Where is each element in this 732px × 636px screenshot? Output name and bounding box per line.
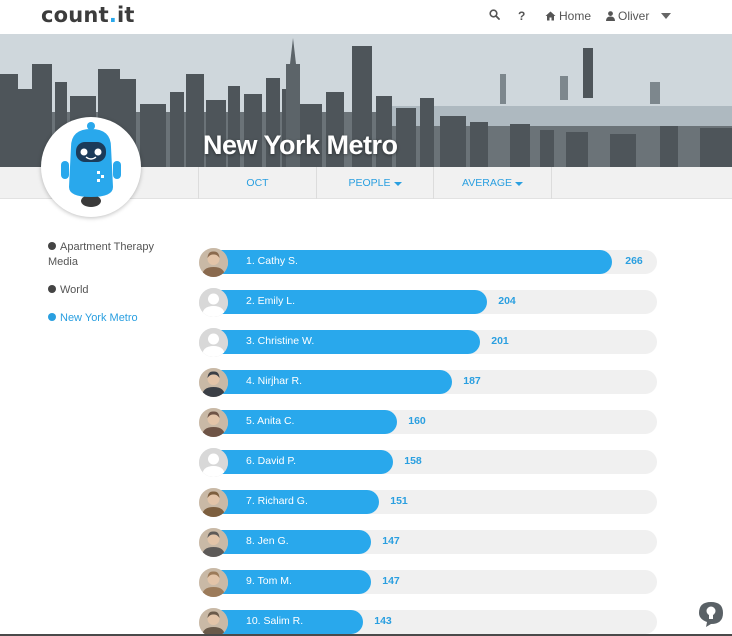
search-icon <box>489 9 500 20</box>
leaderboard-row[interactable]: 3. Christine W. 201 <box>199 328 657 357</box>
sidebar-item-apartment-therapy[interactable]: Apartment Therapy Media <box>48 240 168 270</box>
player-name: 9. Tom M. <box>246 575 292 587</box>
player-score: 201 <box>491 335 509 347</box>
player-score: 147 <box>382 575 400 587</box>
player-score: 158 <box>404 455 422 467</box>
robot-icon <box>45 121 137 213</box>
player-name: 3. Christine W. <box>246 335 315 347</box>
leaderboard-row[interactable]: 4. Nirjhar R. 187 <box>199 368 657 397</box>
help-button[interactable]: ? <box>518 9 525 23</box>
home-label: Home <box>559 9 592 23</box>
top-navbar: count.it ? Home Oliver <box>0 0 732 34</box>
tab-people[interactable]: PEOPLE <box>316 167 433 199</box>
default-avatar-icon[interactable] <box>199 288 228 317</box>
leaderboard-row[interactable]: 8. Jen G. 147 <box>199 528 657 557</box>
sidebar-item-label: New York Metro <box>60 312 138 324</box>
player-name: 1. Cathy S. <box>246 255 298 267</box>
sidebar-item-label: World <box>60 284 89 296</box>
group-avatar <box>41 117 141 217</box>
user-photo[interactable] <box>199 528 228 557</box>
sidebar-item-label: Apartment Therapy Media <box>48 241 154 268</box>
user-photo[interactable] <box>199 608 228 636</box>
caret-down-icon <box>393 181 402 186</box>
score-bar <box>207 530 371 554</box>
tab-average-label: AVERAGE <box>462 177 512 189</box>
score-bar <box>207 450 393 474</box>
player-score: 204 <box>498 295 516 307</box>
bullet-icon <box>48 285 56 293</box>
page-title: New York Metro <box>203 130 398 160</box>
home-link[interactable]: Home <box>545 9 591 23</box>
player-score: 151 <box>390 495 408 507</box>
bullet-icon <box>48 242 56 250</box>
player-name: 2. Emily L. <box>246 295 296 307</box>
tab-month-label: OCT <box>246 177 269 189</box>
sidebar-item-new-york-metro[interactable]: New York Metro <box>48 311 178 326</box>
logo-main: count <box>41 3 109 27</box>
player-name: 10. Salim R. <box>246 615 304 627</box>
player-name: 4. Nirjhar R. <box>246 375 303 387</box>
bullet-icon <box>48 313 56 321</box>
default-avatar-icon[interactable] <box>199 448 228 477</box>
player-score: 187 <box>463 375 481 387</box>
user-photo[interactable] <box>199 248 228 277</box>
player-score: 143 <box>374 615 392 627</box>
sidebar-item-world[interactable]: World <box>48 283 168 298</box>
logo[interactable]: count.it <box>41 3 135 27</box>
player-score: 147 <box>382 535 400 547</box>
tab-people-label: PEOPLE <box>348 177 391 189</box>
leaderboard-row[interactable]: 7. Richard G. 151 <box>199 488 657 517</box>
leaderboard-row[interactable]: 9. Tom M. 147 <box>199 568 657 597</box>
search-button[interactable] <box>489 9 500 20</box>
home-icon <box>545 11 556 21</box>
user-photo[interactable] <box>199 368 228 397</box>
leaderboard-row[interactable]: 5. Anita C. 160 <box>199 408 657 437</box>
user-name: Oliver <box>618 9 650 23</box>
lightbulb-chat-icon[interactable] <box>697 600 725 628</box>
player-name: 5. Anita C. <box>246 415 295 427</box>
leaderboard-row[interactable]: 2. Emily L. 204 <box>199 288 657 317</box>
caret-down-icon <box>515 181 523 186</box>
tab-average[interactable]: AVERAGE <box>433 167 552 199</box>
player-name: 7. Richard G. <box>246 495 308 507</box>
logo-dot: . <box>108 3 118 27</box>
question-icon: ? <box>518 9 526 23</box>
caret-down-icon <box>661 13 672 19</box>
leaderboard-row[interactable]: 1. Cathy S. 266 <box>199 248 657 277</box>
player-score: 266 <box>625 255 643 267</box>
score-bar <box>207 370 452 394</box>
user-photo[interactable] <box>199 488 228 517</box>
user-icon <box>606 11 615 21</box>
player-name: 6. David P. <box>246 455 297 467</box>
player-name: 8. Jen G. <box>246 535 289 547</box>
logo-suffix: it <box>117 3 135 27</box>
default-avatar-icon[interactable] <box>199 328 228 357</box>
leaderboard-row[interactable]: 6. David P. 158 <box>199 448 657 477</box>
tab-month[interactable]: OCT <box>198 167 316 199</box>
user-menu[interactable]: Oliver <box>606 9 672 23</box>
user-photo[interactable] <box>199 408 228 437</box>
leaderboard-row[interactable]: 10. Salim R. 143 <box>199 608 657 636</box>
page: count.it ? Home Oliver New York Metro OC… <box>0 0 732 636</box>
score-bar <box>207 410 397 434</box>
player-score: 160 <box>408 415 426 427</box>
user-photo[interactable] <box>199 568 228 597</box>
